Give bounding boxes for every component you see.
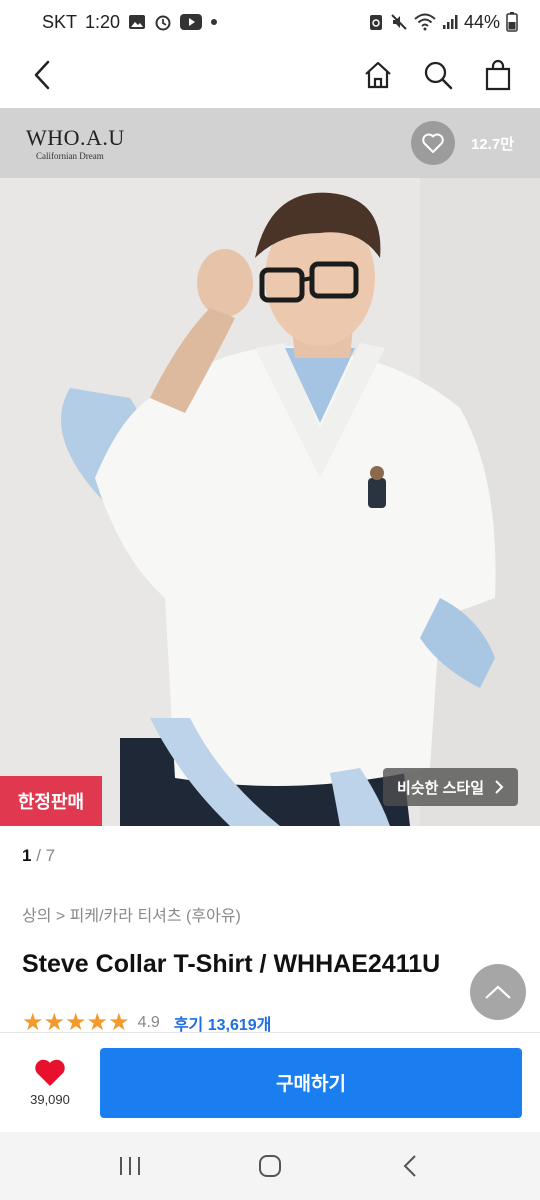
signal-icon [442, 14, 458, 30]
time-label: 1:20 [85, 11, 121, 32]
wishlist-count: 39,090 [30, 1092, 70, 1107]
battery-icon [506, 12, 518, 32]
purchase-bar: 39,090 구매하기 [0, 1032, 540, 1132]
product-photo [0, 178, 540, 826]
status-bar: SKT 1:20 44% [0, 0, 540, 44]
search-icon[interactable] [420, 57, 456, 93]
back-icon[interactable] [24, 57, 60, 93]
home-icon[interactable] [360, 57, 396, 93]
header-actions [360, 57, 516, 93]
wifi-icon [414, 13, 436, 31]
buy-button[interactable]: 구매하기 [100, 1047, 522, 1118]
limited-sale-badge: 한정판매 [0, 776, 102, 826]
heart-filled-icon [35, 1059, 65, 1086]
recycle-icon [368, 13, 384, 31]
brand-logo[interactable]: WHO.A.U Californian Dream [26, 125, 125, 161]
back-nav-icon[interactable] [380, 1136, 440, 1196]
scroll-top-button[interactable] [470, 964, 526, 1020]
brand-like-button[interactable] [411, 121, 455, 165]
wishlist-button[interactable]: 39,090 [20, 1058, 80, 1107]
cart-icon[interactable] [480, 57, 516, 93]
review-count-link[interactable]: 후기 13,619개 [174, 1011, 272, 1035]
similar-style-button[interactable]: 비슷한 스타일 [383, 768, 518, 806]
pager-total: 7 [45, 846, 56, 865]
gallery-icon [128, 14, 146, 30]
dot-icon [210, 18, 218, 26]
rating-value: 4.9 [137, 1013, 160, 1031]
youtube-icon [180, 14, 203, 30]
chevron-right-icon [495, 780, 504, 794]
system-nav-bar [0, 1132, 540, 1200]
product-title: Steve Collar T-Shirt / WHHAE2411U [22, 950, 441, 978]
home-nav-icon[interactable] [240, 1136, 300, 1196]
pager-separator: / [31, 846, 46, 865]
mute-icon [390, 13, 408, 31]
image-pager: 1 / 7 [22, 846, 55, 866]
chevron-up-icon [485, 985, 511, 999]
brand-strip: WHO.A.U Californian Dream 12.7만 [0, 108, 540, 178]
product-hero[interactable]: WHO.A.U Californian Dream 12.7만 한정판매 비슷한… [0, 108, 540, 826]
carrier-label: SKT [42, 11, 78, 32]
brand-like-count: 12.7만 [471, 135, 514, 153]
category-breadcrumb[interactable]: 상의 > 피케/카라 티셔츠 (후아유) [22, 902, 241, 926]
brand-name: WHO.A.U [26, 125, 125, 150]
app-header [0, 44, 540, 106]
alarm-icon [154, 13, 172, 31]
status-left: SKT 1:20 [42, 12, 218, 33]
brand-actions: 12.7만 [411, 121, 514, 165]
battery-percent: 44% [463, 11, 500, 32]
heart-outline-icon [422, 133, 444, 153]
recent-apps-icon[interactable] [100, 1136, 160, 1196]
similar-style-label: 비슷한 스타일 [397, 779, 484, 797]
status-right: 44% [368, 12, 518, 33]
brand-tagline: Californian Dream [36, 151, 104, 161]
